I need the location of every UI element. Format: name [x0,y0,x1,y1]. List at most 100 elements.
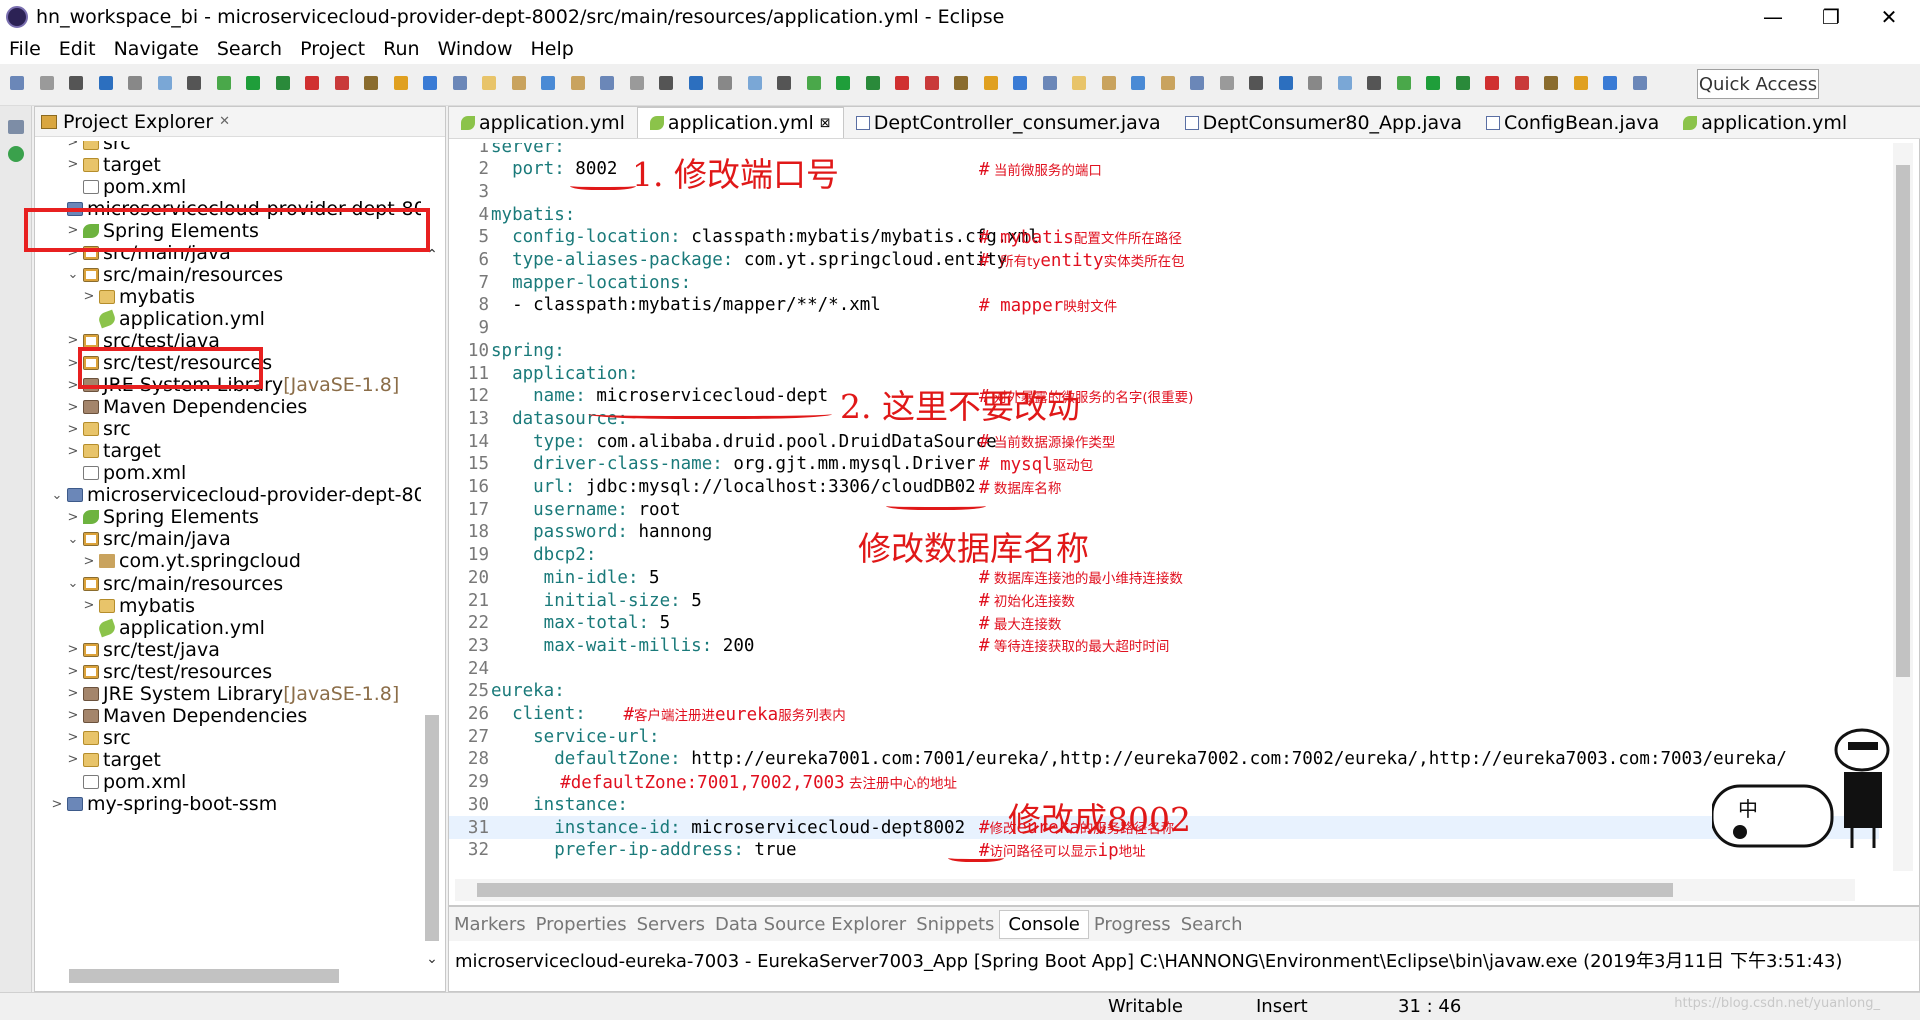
toolbar-button-icon[interactable] [334,76,349,90]
expand-chevron-icon[interactable]: > [65,686,81,701]
restore-button[interactable]: ❐ [1802,0,1860,34]
toolbar-button-icon[interactable] [482,76,496,90]
toolbar-button-icon[interactable] [305,76,319,90]
tab-data-source-explorer[interactable]: Data Source Explorer [710,914,911,935]
toolbar-button-icon[interactable] [98,76,113,90]
toolbar-button-icon[interactable] [1514,76,1529,90]
toolbar-button-icon[interactable] [128,76,142,90]
toolbar-button-icon[interactable] [1426,76,1440,90]
toolbar-button-icon[interactable] [1131,76,1145,90]
toolbar-button-icon[interactable] [570,76,585,90]
editor-hscroll-thumb[interactable] [477,883,1673,897]
menu-project[interactable]: Project [291,38,374,60]
tab-close-icon[interactable]: ⊠ [820,116,831,131]
expand-chevron-icon[interactable]: > [81,598,97,613]
expand-chevron-icon[interactable]: > [65,400,81,415]
expand-chevron-icon[interactable]: > [65,141,81,150]
toolbar-button-icon[interactable] [806,76,821,90]
toolbar-button-icon[interactable] [1485,76,1499,90]
toolbar-button-icon[interactable] [10,76,24,90]
menu-search[interactable]: Search [208,38,291,60]
toolbar-button-icon[interactable] [275,76,290,90]
restore-icon[interactable] [8,120,24,134]
tree-item[interactable]: > my-spring-boot-ssm [49,791,278,818]
editor-tab[interactable]: DeptController_consumer.java [844,107,1173,138]
editor-tab[interactable]: application.yml [449,107,637,138]
toolbar-button-icon[interactable] [1396,76,1411,90]
minimize-button[interactable]: — [1744,0,1802,34]
tab-search[interactable]: Search [1176,914,1248,935]
toolbar-button-icon[interactable] [364,76,378,90]
menu-run[interactable]: Run [374,38,428,60]
expand-chevron-icon[interactable]: > [65,730,81,745]
toolbar-button-icon[interactable] [1013,76,1027,90]
tab-properties[interactable]: Properties [531,914,632,935]
close-button[interactable]: ✕ [1860,0,1918,34]
toolbar-button-icon[interactable] [924,76,939,90]
explorer-vertical-scrollbar[interactable]: ⌃ ⌄ [421,247,443,979]
editor-tab[interactable]: application.yml [1671,107,1859,138]
toolbar-button-icon[interactable] [541,76,555,90]
toolbar-button-icon[interactable] [1632,76,1647,90]
toolbar-button-icon[interactable] [836,76,850,90]
toolbar-button-icon[interactable] [157,76,172,90]
toolbar-button-icon[interactable] [69,76,83,90]
toolbar-button-icon[interactable] [1308,76,1322,90]
tab-servers[interactable]: Servers [632,914,710,935]
explorer-horizontal-scrollbar[interactable] [39,965,439,987]
expand-chevron-icon[interactable]: > [65,708,81,723]
toolbar-button-icon[interactable] [1101,76,1116,90]
editor-horizontal-scrollbar[interactable] [455,879,1855,901]
toolbar-button-icon[interactable] [1337,76,1352,90]
toolbar-button-icon[interactable] [1249,76,1263,90]
toolbar-button-icon[interactable] [895,76,909,90]
expand-chevron-icon[interactable]: > [65,752,81,767]
expand-chevron-icon[interactable]: > [65,157,81,172]
toolbar-button-icon[interactable] [187,76,201,90]
tab-markers[interactable]: Markers [449,914,531,935]
toolbar-button-icon[interactable] [1160,76,1175,90]
quick-access-field[interactable]: Quick Access [1697,69,1819,99]
toolbar-button-icon[interactable] [954,76,968,90]
toolbar-button-icon[interactable] [423,76,437,90]
editor-tab[interactable]: DeptConsumer80_App.java [1173,107,1474,138]
expand-chevron-icon[interactable]: > [65,510,81,525]
toolbar-button-icon[interactable] [1190,76,1204,90]
toolbar-button-icon[interactable] [1278,76,1293,90]
toolbar-button-icon[interactable] [1042,76,1057,90]
tab-console[interactable]: Console [999,909,1089,939]
tab-progress[interactable]: Progress [1089,914,1176,935]
menu-window[interactable]: Window [429,38,522,60]
toolbar-button-icon[interactable] [393,76,408,90]
toolbar-button-icon[interactable] [1544,76,1558,90]
toolbar-button-icon[interactable] [747,76,762,90]
toolbar-button-icon[interactable] [511,76,526,90]
toolbar-button-icon[interactable] [600,76,614,90]
menu-edit[interactable]: Edit [50,38,105,60]
tab-snippets[interactable]: Snippets [911,914,999,935]
toolbar-button-icon[interactable] [1219,76,1234,90]
expand-chevron-icon[interactable]: > [65,444,81,459]
editor-tab[interactable]: ConfigBean.java [1474,107,1671,138]
project-explorer-title[interactable]: Project Explorer [63,111,213,133]
expand-chevron-icon[interactable]: > [65,664,81,679]
menu-file[interactable]: File [0,38,50,60]
toolbar-button-icon[interactable] [1603,76,1617,90]
expand-chevron-icon[interactable]: > [65,422,81,437]
editor-tab[interactable]: application.yml ⊠ [636,107,844,138]
explorer-hscroll-thumb[interactable] [69,969,339,983]
toolbar-button-icon[interactable] [688,76,703,90]
menu-help[interactable]: Help [521,38,582,60]
toolbar-button-icon[interactable] [1072,76,1086,90]
toolbar-button-icon[interactable] [777,76,791,90]
toolbar-button-icon[interactable] [1573,76,1588,90]
toolbar-button-icon[interactable] [452,76,467,90]
toolbar-button-icon[interactable] [1367,76,1381,90]
toolbar-button-icon[interactable] [39,76,54,90]
toolbar-button-icon[interactable] [1455,76,1470,90]
expand-chevron-icon[interactable]: > [81,289,97,304]
expand-chevron-icon[interactable]: ⌄ [65,532,81,547]
toolbar-button-icon[interactable] [659,76,673,90]
expand-chevron-icon[interactable]: ⌄ [65,267,81,282]
menu-navigate[interactable]: Navigate [105,38,208,60]
